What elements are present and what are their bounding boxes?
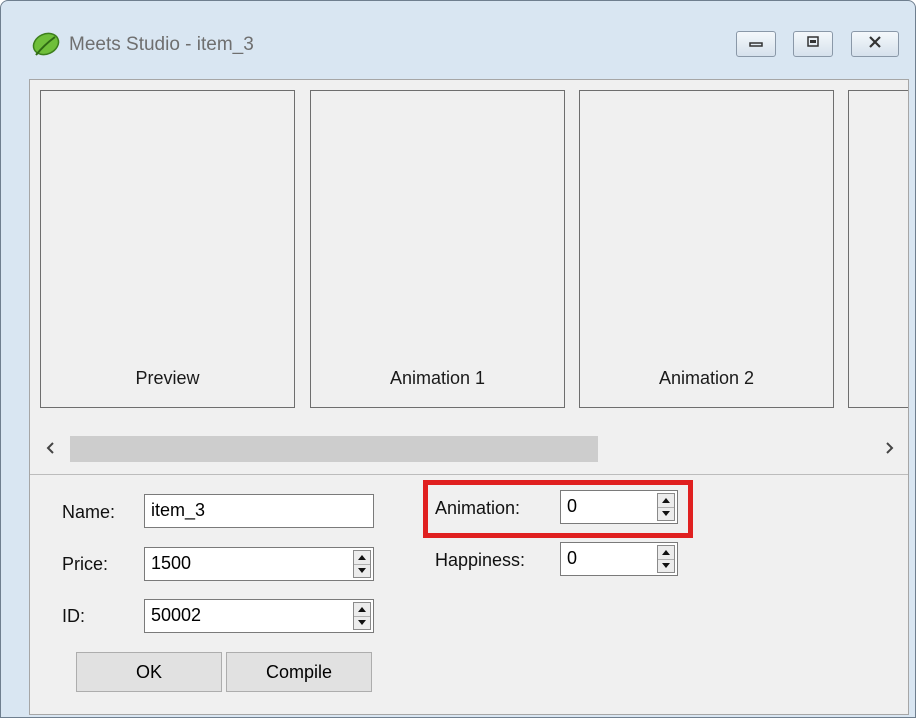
restore-icon — [805, 35, 821, 54]
panel-label: Preview — [135, 368, 200, 388]
minimize-icon — [748, 35, 764, 53]
panel-label: Animation 1 — [389, 368, 486, 388]
id-stepper[interactable]: 50002 — [144, 599, 374, 633]
title-bar[interactable]: Meets Studio - item_3 — [1, 1, 915, 79]
spin-up-button[interactable] — [658, 546, 674, 560]
horizontal-scrollbar[interactable] — [30, 433, 908, 463]
price-stepper[interactable]: 1500 — [144, 547, 374, 581]
price-label: Price: — [62, 554, 109, 574]
spin-down-button[interactable] — [354, 616, 370, 629]
restore-button[interactable] — [793, 31, 833, 57]
chevron-left-icon[interactable] — [36, 433, 66, 463]
highlight-box — [423, 480, 693, 538]
happiness-label: Happiness: — [435, 550, 526, 570]
animation-strip: Preview Animation 1 Animation 2 — [30, 80, 908, 475]
spin-up-down-icon[interactable] — [353, 550, 371, 578]
scrollbar-thumb[interactable] — [70, 436, 598, 462]
panel-preview[interactable]: Preview — [40, 90, 295, 408]
name-label: Name: — [62, 502, 116, 522]
spin-up-button[interactable] — [354, 603, 370, 617]
compile-button[interactable]: Compile — [226, 652, 372, 692]
spin-down-button[interactable] — [658, 559, 674, 572]
id-label: ID: — [62, 606, 86, 626]
panel-animation-2[interactable]: Animation 2 — [579, 90, 834, 408]
leaf-icon — [31, 31, 61, 59]
spin-up-down-icon[interactable] — [657, 545, 675, 573]
chevron-right-icon[interactable] — [874, 433, 904, 463]
id-value: 50002 — [151, 605, 202, 625]
price-value: 1500 — [151, 553, 192, 573]
name-field[interactable]: item_3 — [144, 494, 374, 528]
client-area: Preview Animation 1 Animation 2 Name: it… — [29, 79, 909, 715]
panel-label: Animation 2 — [658, 368, 755, 388]
close-icon — [867, 35, 883, 54]
app-window: Meets Studio - item_3 Preview Animation … — [0, 0, 916, 718]
happiness-stepper[interactable]: 0 — [560, 542, 678, 576]
close-button[interactable] — [851, 31, 899, 57]
happiness-value: 0 — [567, 548, 578, 568]
minimize-button[interactable] — [736, 31, 776, 57]
panel-animation-3[interactable] — [848, 90, 908, 408]
spin-up-button[interactable] — [354, 551, 370, 565]
ok-button[interactable]: OK — [76, 652, 222, 692]
window-title: Meets Studio - item_3 — [69, 34, 254, 55]
panel-animation-1[interactable]: Animation 1 — [310, 90, 565, 408]
spin-up-down-icon[interactable] — [353, 602, 371, 630]
spin-down-button[interactable] — [354, 564, 370, 577]
